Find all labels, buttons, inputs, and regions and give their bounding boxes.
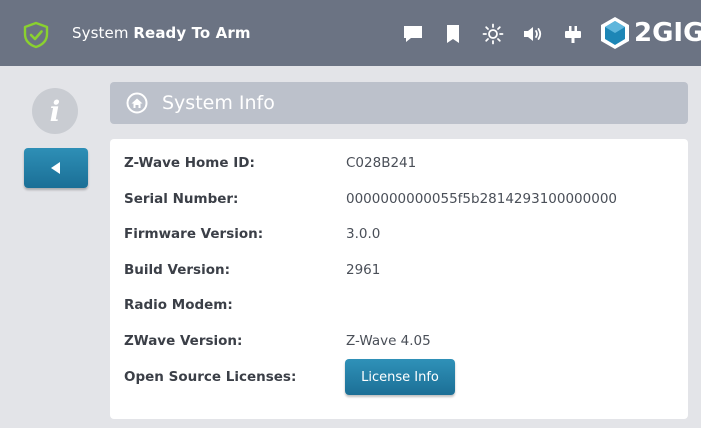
system-status-text: System Ready To Arm	[72, 24, 251, 42]
status-prefix: System	[72, 24, 134, 42]
info-value: 2961	[346, 262, 381, 278]
info-row-build-version: Build Version: 2961	[124, 258, 684, 282]
license-info-button[interactable]: License Info	[345, 359, 455, 395]
info-label: Z-Wave Home ID:	[124, 155, 255, 171]
info-label: Firmware Version:	[124, 226, 264, 242]
info-value: Z-Wave 4.05	[346, 333, 431, 349]
status-state: Ready To Arm	[133, 24, 251, 42]
brand-logo: 2GIG	[600, 14, 701, 52]
home-circle-icon	[126, 92, 148, 114]
info-icon: i	[32, 88, 78, 134]
info-label: Build Version:	[124, 262, 230, 278]
info-label: Radio Modem:	[124, 297, 233, 313]
bookmark-icon[interactable]	[442, 23, 464, 45]
info-row-zwave-version: ZWave Version: Z-Wave 4.05	[124, 329, 684, 353]
info-label: ZWave Version:	[124, 333, 243, 349]
info-label: Serial Number:	[124, 191, 239, 207]
volume-icon[interactable]	[522, 23, 544, 45]
brand-cube-icon	[601, 17, 629, 49]
info-value: 0000000000055f5b2814293100000000	[346, 191, 617, 207]
system-info-panel: Z-Wave Home ID: C028B241 Serial Number: …	[110, 139, 688, 419]
info-row-firmware-version: Firmware Version: 3.0.0	[124, 222, 684, 246]
status-bar: System Ready To Arm 2GIG	[0, 0, 701, 66]
info-label: Open Source Licenses:	[124, 369, 297, 385]
section-header: System Info	[110, 82, 688, 124]
section-title: System Info	[162, 92, 275, 114]
info-row-zwave-home-id: Z-Wave Home ID: C028B241	[124, 151, 684, 175]
back-button[interactable]	[24, 148, 88, 188]
brand-name: 2GIG	[634, 18, 701, 48]
message-icon[interactable]	[402, 23, 424, 45]
shield-check-icon	[23, 21, 49, 49]
brightness-icon[interactable]	[482, 23, 504, 45]
info-row-serial-number: Serial Number: 0000000000055f5b281429310…	[124, 187, 684, 211]
power-plug-icon[interactable]	[562, 23, 584, 45]
info-value: C028B241	[346, 155, 417, 171]
back-arrow-icon	[51, 162, 60, 174]
info-value: 3.0.0	[346, 226, 381, 242]
info-row-radio-modem: Radio Modem:	[124, 293, 684, 317]
